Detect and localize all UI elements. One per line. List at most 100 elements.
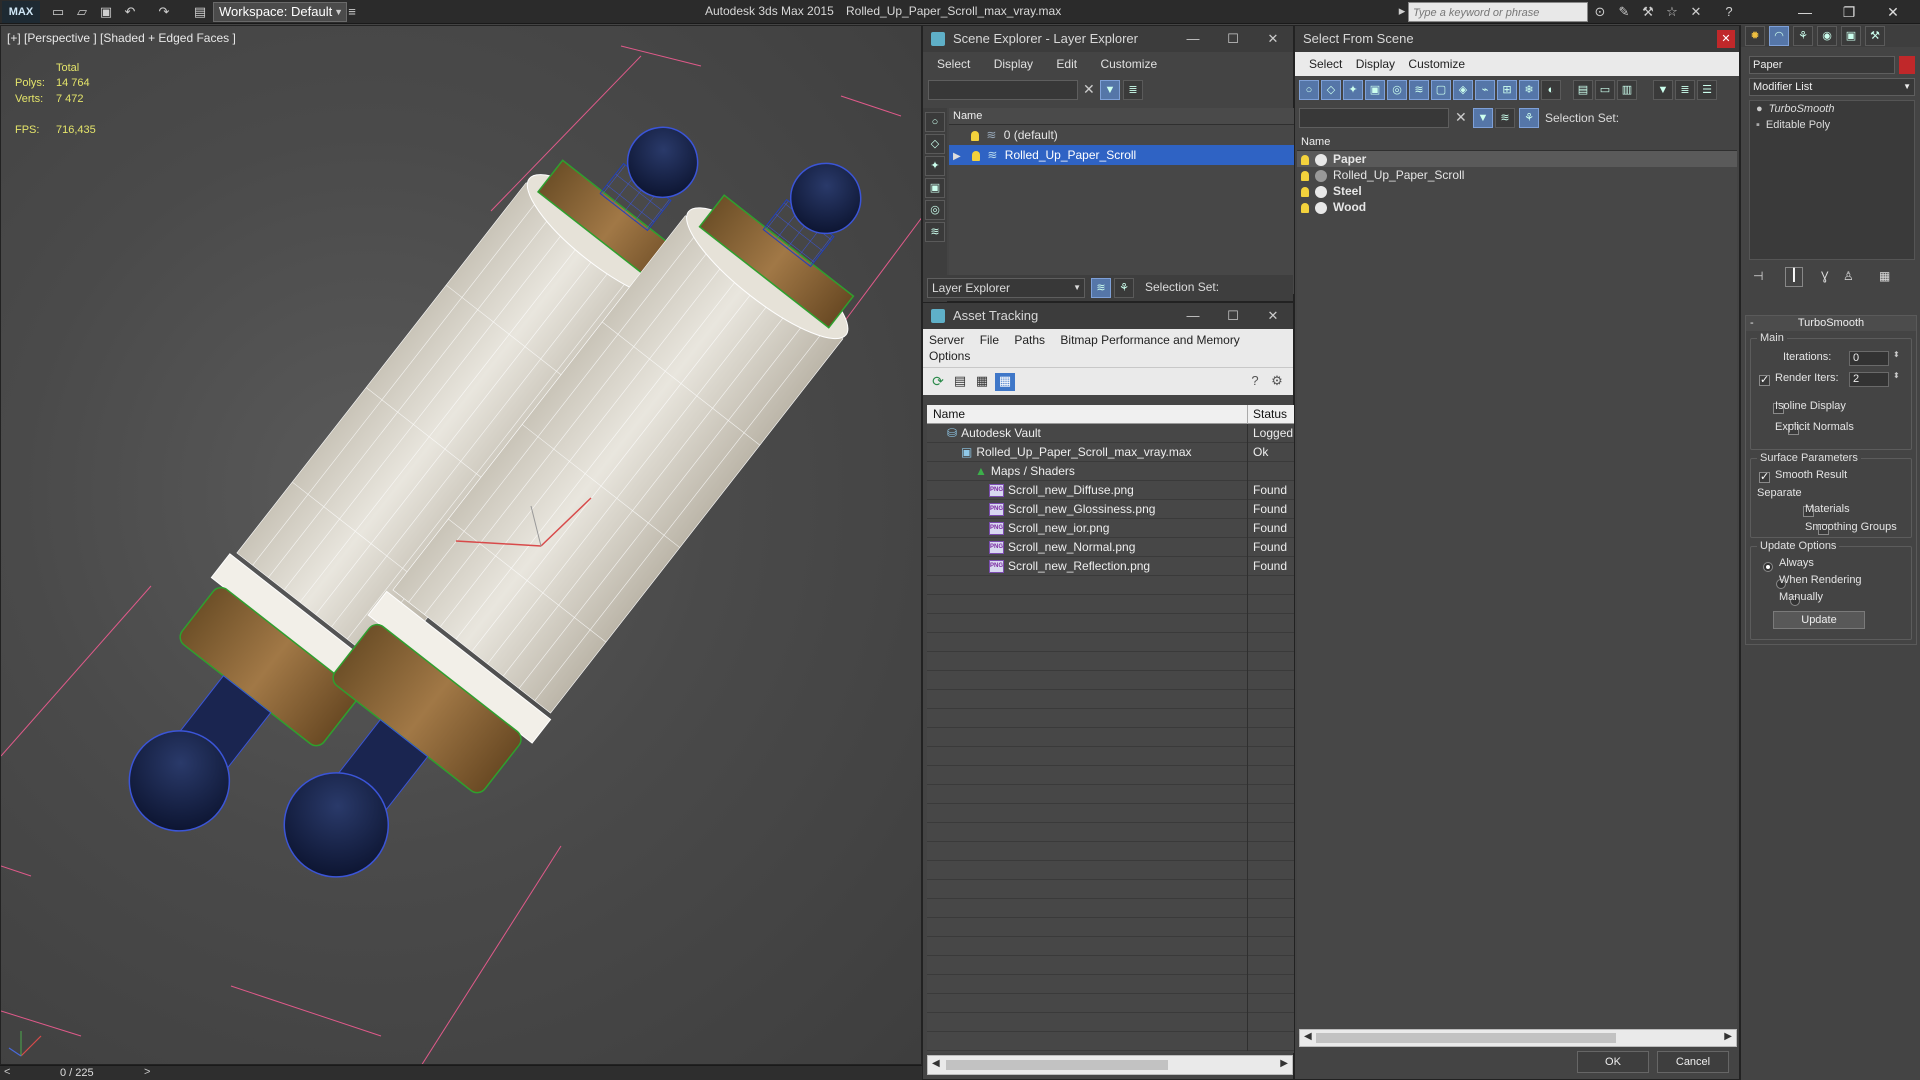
columns-icon[interactable]: ☰ [1697,80,1717,100]
table-view-icon[interactable]: ▦ [995,373,1015,391]
asset-row[interactable]: PNG Scroll_new_ior.png Found [927,519,1295,538]
light-bulb-icon[interactable] [1301,202,1309,213]
display-helpers-icon[interactable]: ◎ [1387,80,1407,100]
scroll-left-icon[interactable]: ◀ [932,1058,940,1069]
layer-row-scroll[interactable]: ▶ ≋ Rolled_Up_Paper_Scroll [949,145,1294,165]
time-next-icon[interactable]: > [144,1066,150,1078]
menu-display[interactable]: Display [1356,57,1395,71]
perspective-viewport[interactable]: [+] [Perspective ] [Shaded + Edged Faces… [0,25,922,1065]
restore-icon[interactable]: ❐ [1827,0,1871,24]
asset-row[interactable]: ▲ Maps / Shaders [927,462,1295,481]
app-logo[interactable]: MAX [2,1,40,23]
object-row[interactable]: Steel [1297,183,1737,199]
asset-row[interactable]: PNG Scroll_new_Diffuse.png Found [927,481,1295,500]
menu-paths[interactable]: Paths [1014,333,1045,347]
display-all-icon[interactable]: ▤ [1573,80,1593,100]
display-frozen-icon[interactable]: ❄ [1519,80,1539,100]
scroll-right-icon[interactable]: ▶ [1724,1031,1732,1042]
menu-server[interactable]: Server [929,333,964,347]
asset-row[interactable]: ▣ Rolled_Up_Paper_Scroll_max_vray.max Ok [927,443,1295,462]
make-unique-icon[interactable]: Ɣ [1821,269,1829,283]
minimize-icon[interactable]: — [1173,26,1213,52]
workspace-dropdown[interactable]: Workspace: Default ▼ [213,2,347,22]
layers-icon[interactable]: ≋ [1495,108,1515,128]
menu-bitmap-performance[interactable]: Bitmap Performance and Memory [1060,333,1239,347]
display-xrefs-icon[interactable]: ◈ [1453,80,1473,100]
object-row[interactable]: Paper [1297,151,1737,167]
render-iters-checkbox[interactable] [1759,373,1770,387]
favorites-star-icon[interactable]: ☆ [1663,3,1681,21]
time-prev-icon[interactable]: < [4,1066,10,1078]
open-file-icon[interactable]: ▱ [74,4,90,20]
clear-search-icon[interactable]: ✕ [1455,109,1467,126]
update-button[interactable]: Update [1773,611,1865,629]
help-icon[interactable]: ? [1720,3,1738,21]
menu-customize[interactable]: Customize [1408,57,1465,71]
asset-horizontal-scrollbar[interactable]: ◀ ▶ [927,1055,1293,1075]
scroll-right-icon[interactable]: ▶ [1280,1058,1288,1069]
maximize-icon[interactable]: ☐ [1213,303,1253,329]
asset-row[interactable]: PNG Scroll_new_Reflection.png Found [927,557,1295,576]
asset-status-column-header[interactable]: Status [1247,405,1287,424]
light-bulb-icon[interactable] [972,150,981,161]
menu-edit[interactable]: Edit [1056,57,1077,71]
display-containers-icon[interactable]: ⊞ [1497,80,1517,100]
display-geometry-icon[interactable]: ○ [925,112,945,132]
list-view-icon[interactable]: ▤ [951,373,969,391]
display-spacewarps-icon[interactable]: ≋ [925,222,945,242]
exchange-icon[interactable]: ✕ [1687,3,1705,21]
object-color-swatch[interactable] [1899,56,1915,74]
light-bulb-icon[interactable] [1301,154,1309,165]
object-row[interactable]: Rolled_Up_Paper_Scroll [1297,167,1737,183]
close-icon[interactable]: ✕ [1717,30,1735,48]
modify-tab-icon[interactable]: ◠ [1769,26,1789,46]
menu-icon[interactable]: ≡ [344,4,360,20]
menu-select[interactable]: Select [937,57,970,71]
light-bulb-icon[interactable] [1301,170,1309,181]
asset-row[interactable]: PNG Scroll_new_Normal.png Found [927,538,1295,557]
display-bones-icon[interactable]: ⌁ [1475,80,1495,100]
display-spacewarps-icon[interactable]: ≋ [1409,80,1429,100]
minimize-icon[interactable]: — [1783,0,1827,24]
asset-row[interactable]: ⛁Autodesk Vault Logged O [927,424,1295,443]
menu-display[interactable]: Display [994,57,1033,71]
asset-row[interactable]: PNG Scroll_new_Glossiness.png Found [927,500,1295,519]
layer-options-icon[interactable]: ≣ [1123,80,1143,100]
hierarchy-tab-icon[interactable]: ⚘ [1793,26,1813,46]
expand-arrow-icon[interactable]: ▶ [953,151,961,162]
utilities-tab-icon[interactable]: ⚒ [1865,26,1885,46]
scrollbar-thumb[interactable] [946,1060,1168,1070]
settings-icon[interactable]: ⚙ [1268,373,1286,391]
display-none-icon[interactable]: ▭ [1595,80,1615,100]
layer-explorer-toggle-icon[interactable]: ≋ [1091,278,1111,298]
project-folder-icon[interactable]: ▤ [192,4,208,20]
menu-customize[interactable]: Customize [1100,57,1157,71]
object-row[interactable]: Wood [1297,199,1737,215]
scrollbar-thumb[interactable] [1316,1033,1616,1043]
time-slider[interactable]: < 0 / 225 > [0,1065,922,1080]
bulb-icon[interactable]: ● [1756,103,1763,115]
binoculars-icon[interactable]: ⊙ [1591,3,1609,21]
select-search-input[interactable] [1299,108,1449,128]
filter-icon[interactable]: ▼ [1653,80,1673,100]
explorer-type-dropdown[interactable]: Layer Explorer ▼ [927,278,1085,298]
hierarchy-toggle-icon[interactable]: ⚘ [1114,278,1134,298]
show-end-result-icon[interactable]: ┃ [1785,267,1803,287]
maximize-icon[interactable]: ☐ [1213,26,1253,52]
motion-tab-icon[interactable]: ◉ [1817,26,1837,46]
asset-tracking-titlebar[interactable]: Asset Tracking — ☐ ✕ [923,303,1293,329]
remove-modifier-icon[interactable]: ♙ [1843,269,1854,283]
scene-explorer-search-input[interactable] [928,80,1078,100]
stack-item-turbosmooth[interactable]: ● TurboSmooth [1750,101,1914,117]
light-bulb-icon[interactable] [1301,186,1309,197]
layer-row-default[interactable]: ≋ 0 (default) [949,125,1294,145]
scene-explorer-titlebar[interactable]: Scene Explorer - Layer Explorer — ☐ ✕ [923,26,1293,52]
minimize-icon[interactable]: — [1173,303,1213,329]
object-name-field[interactable]: Paper [1749,56,1895,74]
communication-icon[interactable]: ✎ [1615,3,1633,21]
iterations-spinner[interactable]: 0 [1849,351,1889,366]
spinner-arrows-icon[interactable]: ⬍ [1893,371,1900,380]
expand-box-icon[interactable]: ▪ [1756,119,1760,131]
display-cameras-icon[interactable]: ▣ [1365,80,1385,100]
thumbnail-view-icon[interactable]: ▦ [973,373,991,391]
